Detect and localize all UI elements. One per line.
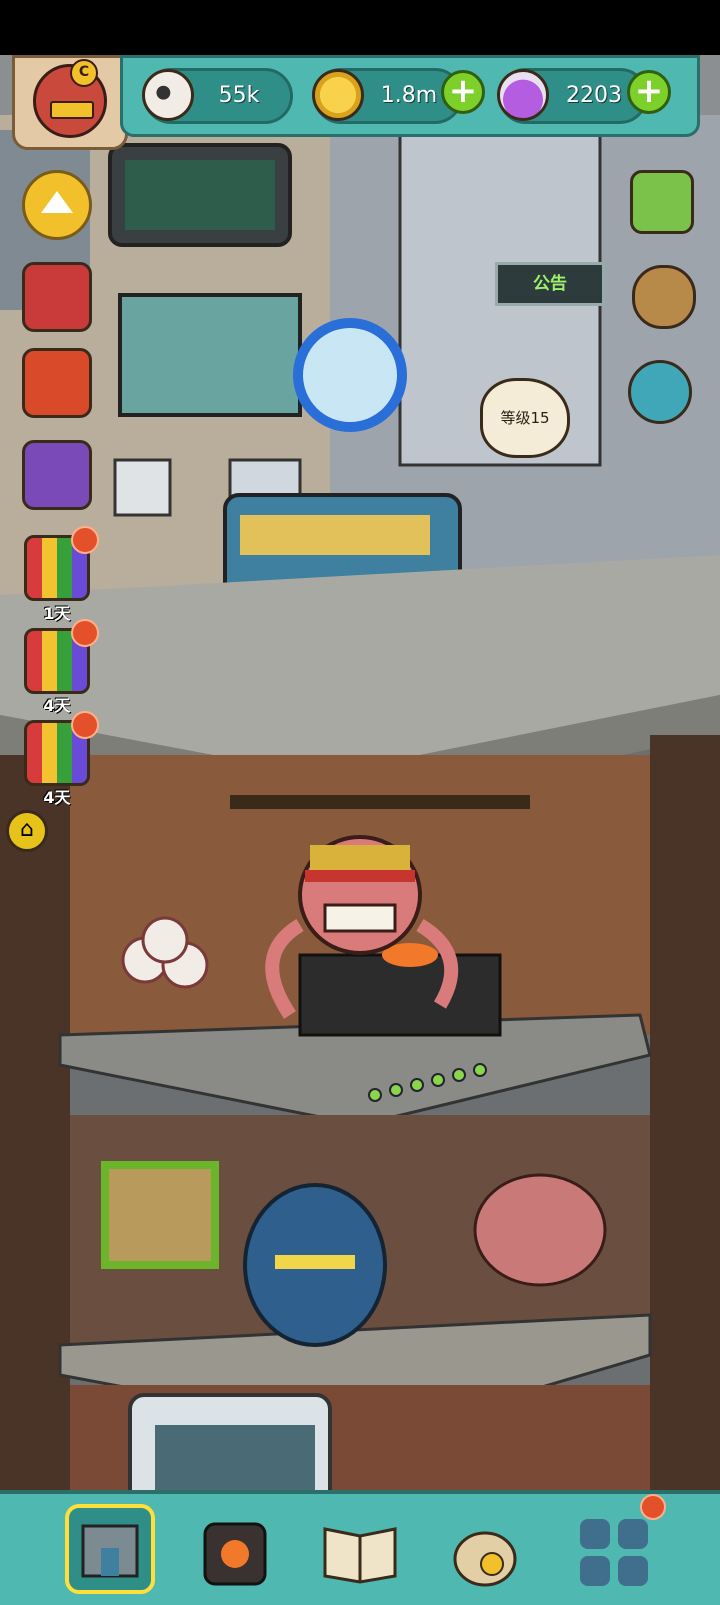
notice-sign[interactable]: 公告 (495, 262, 605, 306)
avatar-rank-badge: C (70, 59, 98, 87)
monster-oven-icon (203, 1522, 267, 1586)
timed-gift-3[interactable] (24, 711, 99, 786)
nav-monster-button[interactable] (190, 1504, 280, 1594)
arrow-up-icon (41, 191, 73, 213)
eyeball-counter: 55k (142, 68, 293, 124)
gift-shop-button[interactable] (22, 262, 92, 332)
nav-money-bag-button[interactable] (440, 1504, 530, 1594)
bottom-nav (0, 1490, 720, 1605)
nav-book-button[interactable] (315, 1504, 405, 1594)
timed-gift-3-label: 4天 (43, 788, 71, 807)
eyeball-icon (142, 69, 194, 121)
monster-avatar-icon: C (33, 59, 107, 138)
timed-gift-2[interactable] (24, 619, 99, 694)
add-potions-button[interactable]: + (627, 70, 671, 114)
player-avatar[interactable]: C (12, 55, 128, 150)
notification-dot (71, 711, 99, 739)
backpack-button[interactable] (632, 265, 696, 329)
potion-counter: 2203 (497, 68, 648, 124)
avatar-teeth (50, 101, 94, 119)
timed-gift-1[interactable] (24, 526, 99, 601)
potion-icon (497, 69, 549, 121)
notification-dot (71, 619, 99, 647)
coin-icon (312, 69, 364, 121)
building-icon (81, 1524, 139, 1578)
video-ad-button[interactable] (630, 170, 694, 234)
home-floor-button[interactable]: ⌂ (6, 810, 48, 852)
eyeball-value: 55k (218, 83, 260, 108)
status-bar (0, 0, 720, 55)
money-bag-icon (453, 1531, 517, 1587)
home-icon: ⌂ (20, 817, 34, 842)
scene-art (0, 55, 720, 1605)
coin-value: 1.8m (380, 83, 438, 108)
add-coins-button[interactable]: + (441, 70, 485, 114)
notification-dot (640, 1494, 666, 1520)
nav-building-button[interactable] (65, 1504, 155, 1594)
daily-gift-button[interactable] (22, 348, 92, 418)
collapse-menu-button[interactable] (22, 170, 92, 240)
potion-value: 2203 (566, 83, 622, 108)
resource-bar: 55k 1.8m + 2203 + (120, 55, 700, 137)
book-icon (323, 1527, 397, 1584)
level-speech-bubble: 等级15 (480, 378, 570, 458)
game-scene[interactable]: 公告 等级15 (0, 55, 720, 1605)
card-collection-button[interactable] (22, 440, 92, 510)
monster-eggs-button[interactable] (628, 360, 692, 424)
notification-dot (71, 526, 99, 554)
nav-grid-menu-button[interactable] (570, 1494, 666, 1594)
